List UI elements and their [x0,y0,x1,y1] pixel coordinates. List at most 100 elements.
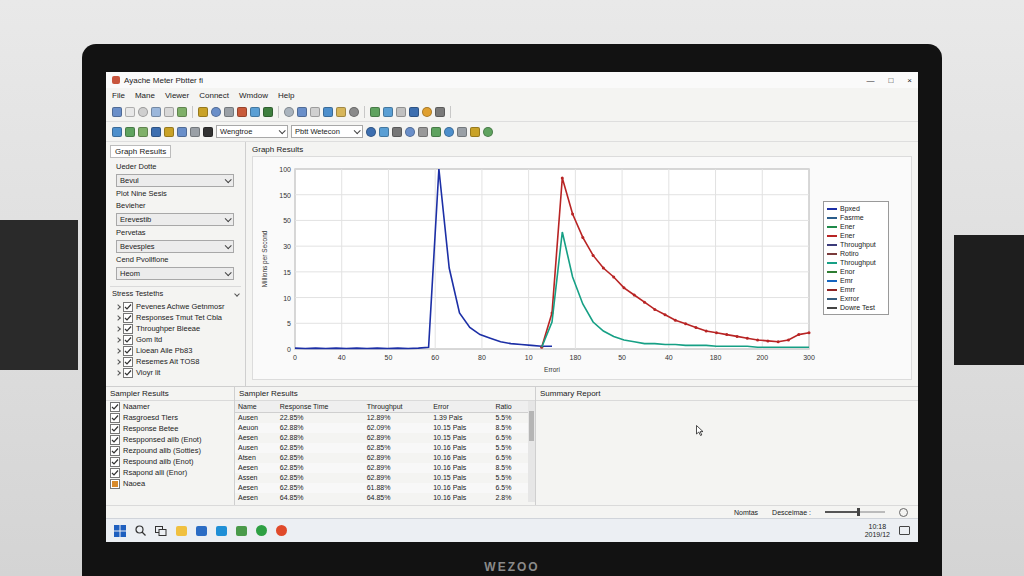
tool-icon[interactable] [164,127,174,137]
expand-icon[interactable] [115,370,121,376]
expand-icon[interactable] [234,291,240,297]
config-dropdown[interactable]: Heom [116,267,234,280]
checkbox[interactable] [123,324,133,334]
tool-icon[interactable] [263,107,273,117]
tool-icon[interactable] [203,127,213,137]
tool-icon[interactable] [396,107,406,117]
column-header[interactable]: Response Time [277,401,364,413]
tool-icon[interactable] [112,107,122,117]
menu-item[interactable]: Wmdow [239,91,268,100]
expand-icon[interactable] [115,304,121,310]
checkbox[interactable] [123,368,133,378]
expand-icon[interactable] [115,315,121,321]
checkbox[interactable] [123,335,133,345]
tool-icon[interactable] [164,107,174,117]
tree-item[interactable]: Responses Tmut Tet Cbla [116,313,241,323]
taskbar-app-icon[interactable] [256,525,267,536]
tool-icon[interactable] [198,107,208,117]
tree-item[interactable]: Throughper Bieeae [116,324,241,334]
tool-icon[interactable] [370,107,380,117]
taskbar-app-icon[interactable] [276,525,287,536]
taskbar-app-icon[interactable] [236,526,247,536]
scrollbar[interactable] [528,401,535,502]
checkbox[interactable] [110,479,120,489]
tree-item[interactable]: Lioean Aile Pb83 [116,346,241,356]
tool-icon[interactable] [431,127,441,137]
scroll-thumb[interactable] [529,411,534,441]
checkbox[interactable] [123,357,133,367]
tool-icon[interactable] [125,107,135,117]
window-control[interactable]: — [866,76,874,85]
toolbar-dropdown[interactable]: Pbtt Wetecon [291,125,363,138]
taskbar-app-icon[interactable] [216,526,227,536]
tool-icon[interactable] [310,107,320,117]
tool-icon[interactable] [383,107,393,117]
table-row[interactable]: Aesen62.85%61.88%10.16 Pals6.5% [235,483,528,493]
tool-icon[interactable] [211,107,221,117]
tool-icon[interactable] [297,107,307,117]
task-view-icon[interactable] [155,526,167,536]
sampler-item[interactable]: Respponsed aiib (Enot) [106,434,234,445]
zoom-slider[interactable] [825,511,885,513]
checkbox[interactable] [123,346,133,356]
tool-icon[interactable] [224,107,234,117]
menu-item[interactable]: Connect [199,91,229,100]
expand-icon[interactable] [115,326,121,332]
config-dropdown[interactable]: Erevestib [116,213,234,226]
sampler-item[interactable]: Response Betee [106,423,234,434]
tool-icon[interactable] [483,127,493,137]
tool-icon[interactable] [177,107,187,117]
sampler-item[interactable]: Rezpound allb (Sotties) [106,445,234,456]
checkbox[interactable] [110,402,120,412]
tree-item[interactable]: Pevenes Achwe Getnmosr [116,302,241,312]
sampler-item[interactable]: Naamer [106,401,234,412]
tool-icon[interactable] [444,127,454,137]
sampler-item[interactable]: Respound ailb (Enot) [106,456,234,467]
table-row[interactable]: Atsen62.85%62.89%10.16 Pals6.5% [235,453,528,463]
clock[interactable]: 10:18 2019/12 [865,523,890,539]
tool-icon[interactable] [112,127,122,137]
tree-header[interactable]: Stress Testeths [110,286,241,300]
tool-icon[interactable] [418,127,428,137]
tool-icon[interactable] [284,107,294,117]
column-header[interactable]: Name [235,401,277,413]
table-row[interactable]: Aesen62.85%62.89%10.16 Pals8.5% [235,463,528,473]
tool-icon[interactable] [151,127,161,137]
tree-item[interactable]: Resemes Ait TOS8 [116,357,241,367]
config-dropdown[interactable]: Bevesples [116,240,234,253]
tree-item[interactable]: Vioyr lit [116,368,241,378]
table-row[interactable]: Aesen64.85%64.85%10.16 Pals2.8% [235,493,528,503]
tool-icon[interactable] [177,127,187,137]
menu-item[interactable]: Mane [135,91,155,100]
column-header[interactable]: Error [430,401,492,413]
tool-icon[interactable] [138,107,148,117]
checkbox[interactable] [110,468,120,478]
checkbox[interactable] [123,302,133,312]
checkbox[interactable] [110,446,120,456]
windows-logo-icon[interactable] [114,525,126,537]
tool-icon[interactable] [250,107,260,117]
column-header[interactable]: Ratio [492,401,528,413]
window-control[interactable]: × [907,76,912,85]
toolbar-dropdown[interactable]: Wengtroe [216,125,288,138]
tool-icon[interactable] [422,107,432,117]
taskbar-app-icon[interactable] [196,526,207,536]
tool-icon[interactable] [138,127,148,137]
tool-icon[interactable] [190,127,200,137]
slider-knob[interactable] [857,508,860,516]
sampler-item[interactable]: Rasgroesd Tlers [106,412,234,423]
menu-item[interactable]: Viewer [165,91,189,100]
expand-icon[interactable] [115,359,121,365]
menu-item[interactable]: File [112,91,125,100]
tree-item[interactable]: Gom ltd [116,335,241,345]
config-dropdown[interactable]: Bevul [116,174,234,187]
tool-icon[interactable] [366,127,376,137]
tool-icon[interactable] [405,127,415,137]
search-icon[interactable] [135,525,146,536]
column-header[interactable]: Throughput [364,401,431,413]
tool-icon[interactable] [237,107,247,117]
tool-icon[interactable] [125,127,135,137]
checkbox[interactable] [110,413,120,423]
tool-icon[interactable] [435,107,445,117]
table-row[interactable]: Ausen22.85%12.89%1.39 Pals5.5% [235,413,528,424]
